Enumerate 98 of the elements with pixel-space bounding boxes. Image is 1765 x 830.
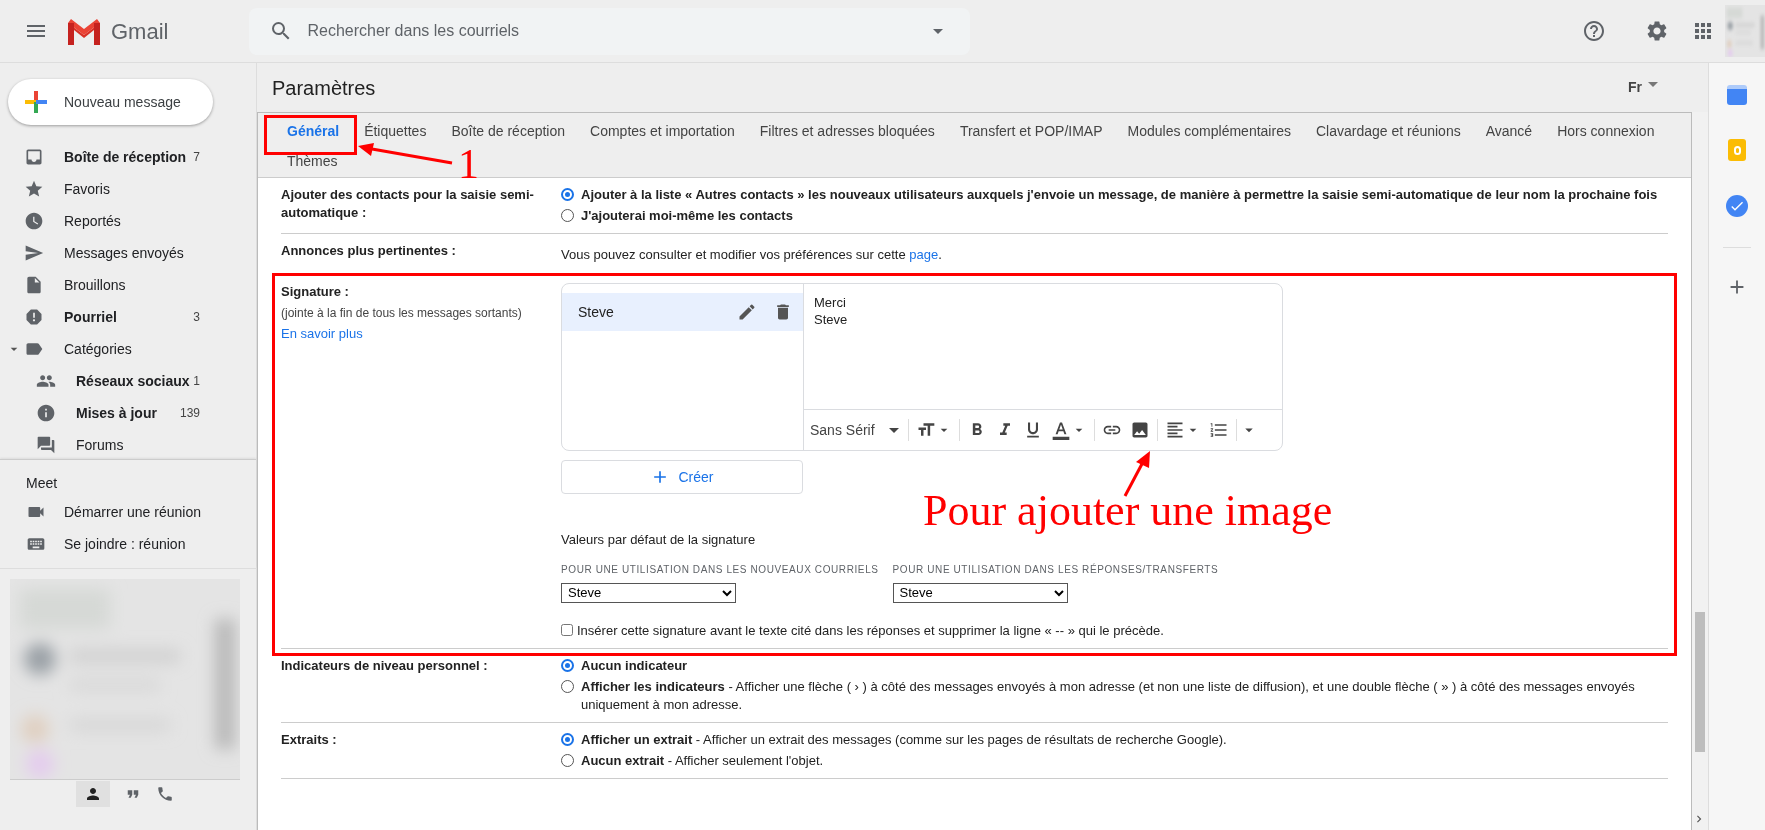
sidebar-item[interactable]: Messages envoyés [0,237,228,269]
settings-tab[interactable]: Boîte de réception [439,122,578,140]
sidebar-label: Brouillons [64,275,127,295]
sidebar-item[interactable]: Mises à jour 139 [0,397,228,429]
send-icon [24,243,44,263]
document-icon [24,275,44,295]
gmail-logo-icon [66,17,102,45]
option-label: Aucun extrait - Afficher seulement l'objet. [581,752,824,770]
sidebar-item[interactable]: Reportés [0,205,228,237]
settings-tab[interactable]: Étiquettes [352,122,439,140]
signature-dropdown[interactable]: Steve [892,582,1068,603]
sidebar-label: Messages envoyés [64,243,185,263]
row-text: Vous pouvez consulter et modifier vos préférences sur cette page. [561,247,942,262]
scrollbar-thumb[interactable] [1695,612,1705,752]
setting-label: Ajouter des contacts pour la saisie semi-automatique : [281,186,535,222]
unread-count: 3 [193,309,200,326]
create-button[interactable]: Créer [561,460,803,494]
annotation-text: Pour ajouter une image [923,489,1333,533]
sidebar-label: Catégories [64,339,133,359]
sidebar-item[interactable]: Réseaux sociaux 1 [0,365,228,397]
sidebar-item[interactable]: Catégories [0,333,228,365]
clock-icon [24,211,44,231]
sidebar-item[interactable]: Forums [0,429,228,459]
sidebar-item[interactable]: Boîte de réception 7 [0,141,228,173]
sidebar-label: Mises à jour [76,403,158,423]
settings-tab[interactable]: Transfert et POP/IMAP [947,122,1115,140]
option-label: J'ajouterai moi-même les contacts [581,207,793,225]
select-label: POUR UNE UTILISATION DANS LES RÉPONSES/TRANSFERTS [892,562,1219,577]
sidebar-label: Boîte de réception [64,147,188,167]
signature-name: Steve [578,302,615,322]
settings-tab[interactable]: Filtres et adresses bloquées [747,122,947,140]
settings-tab[interactable]: Général [275,122,352,140]
signature-line: Merci [814,294,847,311]
settings-tab[interactable]: Clavardage et réunions [1303,122,1473,140]
setting-label: Signature : [281,283,350,301]
annotation-number: 1 [458,143,479,185]
search-field[interactable]: Rechercher dans les courriels [249,7,971,55]
checkbox-label: Insérer cette signature avant le texte cité dans les réponses et supprimer la ligne « -- » qui le précède. [577,621,1164,640]
plus-icon [25,91,47,113]
radio-button[interactable] [561,733,574,746]
sidebar-label: Pourriel [64,307,118,327]
settings-tab[interactable]: Avancé [1473,122,1545,140]
radio-button[interactable] [561,680,574,693]
inbox-icon [24,147,44,167]
meet-heading: Meet [25,473,59,493]
setting-note: (jointe à la fin de tous les messages sortants) [281,305,523,322]
phone-icon[interactable] [156,784,174,803]
setting-label: Indicateurs de niveau personnel : [281,657,489,675]
meet-item[interactable]: Démarrer une réunion [0,496,256,528]
defaults-heading: Valeurs par défaut de la signature [561,531,757,549]
signature-item[interactable]: Steve [562,293,803,331]
sidebar-item[interactable]: Brouillons [0,269,228,301]
help-icon[interactable] [1582,19,1606,43]
sidebar-label: Favoris [64,179,111,199]
unread-count: 7 [193,149,200,166]
sidebar-label: Forums [76,435,125,455]
caret-icon [1648,82,1658,87]
option-label: Ajouter à la liste « Autres contacts » les nouveaux utilisateurs auxquels j'envoie un message, de manière à permettre la saisie semi-automatique de leur nom la prochaine fois [581,186,1658,204]
settings-tab[interactable]: Modules complémentaires [1115,122,1303,140]
setting-label: Annonces plus pertinentes : [281,242,457,260]
info-icon [36,403,56,423]
app-name: Gmail [111,17,169,46]
annotation-arrow [1121,450,1153,498]
sidebar-item[interactable]: Favoris [0,173,228,205]
radio-button[interactable] [561,659,574,672]
settings-tab[interactable]: Hors connexion [1545,122,1667,140]
exclamation-icon [24,307,44,327]
sidebar-item[interactable]: Pourriel 3 [0,301,228,333]
unread-count: 1 [193,373,200,390]
font-dropdown[interactable]: Sans Sérif [810,419,905,441]
settings-tab[interactable]: Thèmes [275,152,350,170]
search-input[interactable]: Rechercher dans les courriels [307,19,927,43]
signature-editor[interactable]: Merci Steve [804,284,1282,410]
settings-tab[interactable]: Comptes et importation [578,122,747,140]
edit-icon[interactable] [737,302,757,322]
checkbox[interactable] [561,624,573,637]
setting-label: Extraits : [281,731,338,749]
option-label: Afficher les indicateurs - Afficher une flèche ( › ) à côté des messages envoyés à mon adresse (et non une liste de diffusion), et une double flèche ( » ) à côté des messages envoyés uniquement à mon adresse. [581,678,1636,714]
caret-icon [888,427,899,433]
sidebar-label: Réseaux sociaux [76,371,191,391]
learn-more-link[interactable]: En savoir plus [281,324,551,344]
meet-item[interactable]: Se joindre : réunion [0,528,256,560]
unread-count: 139 [179,405,200,422]
sidebar-label: Reportés [64,211,122,231]
page-title: Paramètres [272,75,376,101]
option-label: Aucun indicateur [581,657,688,675]
star-icon [24,179,44,199]
settings-icon[interactable] [1645,19,1669,43]
radio-button[interactable] [561,188,574,201]
radio-button[interactable] [561,209,574,222]
signature-line: Steve [814,311,849,328]
option-label: Afficher un extrait - Afficher un extrait des messages (comme sur les pages de résultats de recherche Google). [581,731,1227,749]
radio-button[interactable] [561,754,574,767]
compose-button[interactable]: Nouveau message [8,79,213,125]
language-dropdown[interactable]: Fr [1628,77,1658,98]
select-label: POUR UNE UTILISATION DANS LES NOUVEAUX COURRIELS [561,562,879,577]
chat-bubbles-icon [36,435,56,455]
signature-dropdown[interactable]: Steve [561,582,736,603]
